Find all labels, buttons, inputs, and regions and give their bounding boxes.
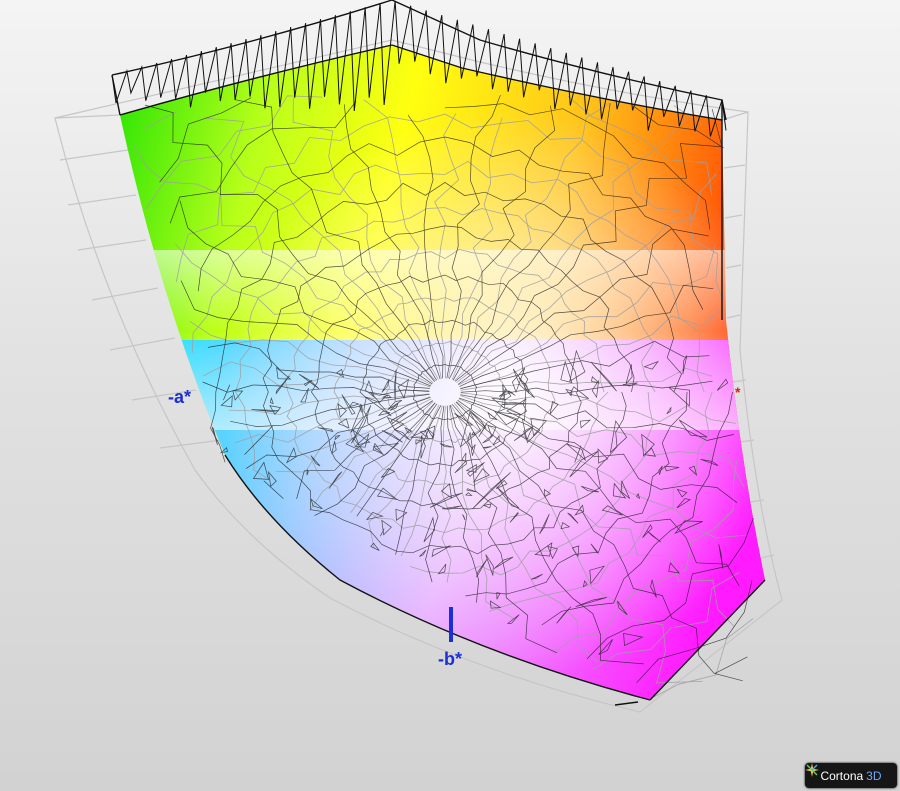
gamut-3d-viewport[interactable]: -a* * -b* Cortona 3D xyxy=(0,0,900,791)
brand-name: Cortona xyxy=(820,768,864,783)
neg-a-axis-label: -a* xyxy=(168,387,192,407)
cortona-star-icon xyxy=(805,763,819,777)
gamut-surface-scene xyxy=(54,0,783,713)
pos-a-axis-label: * xyxy=(735,384,741,400)
neg-b-axis-label: -b* xyxy=(438,649,462,669)
brand-suffix: 3D xyxy=(866,768,882,783)
cortona3d-badge[interactable]: Cortona 3D xyxy=(805,763,897,788)
gamut-color-surface xyxy=(120,45,765,700)
